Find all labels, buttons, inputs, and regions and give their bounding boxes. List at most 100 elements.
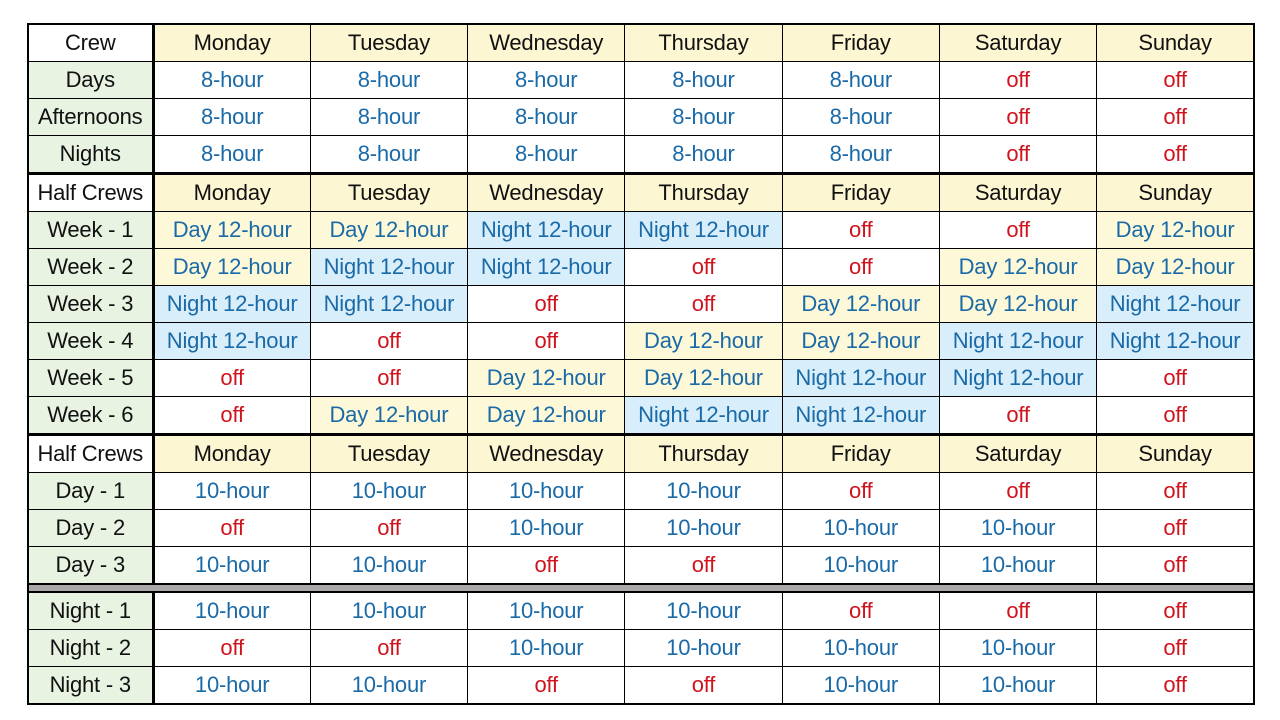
schedule-cell-tuesday[interactable]: off xyxy=(309,629,469,667)
schedule-cell-sunday[interactable]: off xyxy=(1096,666,1255,705)
schedule-cell-sunday[interactable]: off xyxy=(1096,396,1255,435)
schedule-cell-wednesday[interactable]: 8-hour xyxy=(467,61,626,99)
schedule-cell-thursday[interactable]: 8-hour xyxy=(624,61,783,99)
schedule-cell-thursday[interactable]: off xyxy=(624,666,783,705)
schedule-cell-tuesday[interactable]: 10-hour xyxy=(309,666,469,705)
schedule-cell-saturday[interactable]: off xyxy=(938,98,1098,136)
schedule-cell-sunday[interactable]: off xyxy=(1096,546,1255,585)
schedule-cell-thursday[interactable]: off xyxy=(624,285,783,323)
schedule-cell-friday[interactable]: off xyxy=(781,248,940,286)
schedule-cell-saturday[interactable]: 10-hour xyxy=(938,546,1098,585)
schedule-cell-friday[interactable]: off xyxy=(781,591,940,630)
schedule-cell-friday[interactable]: Day 12-hour xyxy=(781,285,940,323)
schedule-cell-sunday[interactable]: Day 12-hour xyxy=(1096,248,1255,286)
schedule-cell-thursday[interactable]: 10-hour xyxy=(624,629,783,667)
schedule-cell-monday[interactable]: Day 12-hour xyxy=(152,248,311,286)
schedule-cell-monday[interactable]: 10-hour xyxy=(152,666,311,705)
schedule-cell-thursday[interactable]: off xyxy=(624,546,783,585)
schedule-cell-monday[interactable]: off xyxy=(152,396,311,435)
schedule-cell-tuesday[interactable]: 10-hour xyxy=(309,591,469,630)
schedule-cell-saturday[interactable]: 10-hour xyxy=(938,666,1098,705)
schedule-cell-thursday[interactable]: Night 12-hour xyxy=(624,396,783,435)
schedule-cell-tuesday[interactable]: 8-hour xyxy=(309,135,469,174)
schedule-cell-thursday[interactable]: Day 12-hour xyxy=(624,322,783,360)
schedule-cell-sunday[interactable]: Night 12-hour xyxy=(1096,285,1255,323)
schedule-cell-monday[interactable]: 10-hour xyxy=(152,472,311,510)
schedule-cell-saturday[interactable]: Night 12-hour xyxy=(938,322,1098,360)
schedule-cell-sunday[interactable]: Day 12-hour xyxy=(1096,211,1255,249)
schedule-cell-wednesday[interactable]: Night 12-hour xyxy=(467,248,626,286)
schedule-cell-monday[interactable]: 10-hour xyxy=(152,591,311,630)
schedule-cell-sunday[interactable]: off xyxy=(1096,591,1255,630)
schedule-cell-friday[interactable]: Night 12-hour xyxy=(781,359,940,397)
schedule-cell-sunday[interactable]: off xyxy=(1096,135,1255,174)
schedule-cell-monday[interactable]: Night 12-hour xyxy=(152,322,311,360)
schedule-cell-wednesday[interactable]: 8-hour xyxy=(467,135,626,174)
schedule-cell-thursday[interactable]: Day 12-hour xyxy=(624,359,783,397)
schedule-cell-friday[interactable]: 10-hour xyxy=(781,629,940,667)
schedule-cell-wednesday[interactable]: 10-hour xyxy=(467,509,626,547)
schedule-cell-friday[interactable]: off xyxy=(781,211,940,249)
schedule-cell-thursday[interactable]: Night 12-hour xyxy=(624,211,783,249)
schedule-cell-friday[interactable]: 10-hour xyxy=(781,666,940,705)
schedule-cell-tuesday[interactable]: Day 12-hour xyxy=(309,396,469,435)
schedule-cell-friday[interactable]: 8-hour xyxy=(781,61,940,99)
schedule-cell-saturday[interactable]: Night 12-hour xyxy=(938,359,1098,397)
schedule-cell-wednesday[interactable]: 8-hour xyxy=(467,98,626,136)
schedule-cell-wednesday[interactable]: off xyxy=(467,285,626,323)
schedule-cell-thursday[interactable]: 8-hour xyxy=(624,135,783,174)
schedule-cell-tuesday[interactable]: 10-hour xyxy=(309,546,469,585)
schedule-cell-monday[interactable]: Day 12-hour xyxy=(152,211,311,249)
schedule-cell-monday[interactable]: off xyxy=(152,359,311,397)
schedule-cell-saturday[interactable]: off xyxy=(938,211,1098,249)
schedule-cell-wednesday[interactable]: off xyxy=(467,666,626,705)
schedule-cell-sunday[interactable]: Night 12-hour xyxy=(1096,322,1255,360)
schedule-cell-sunday[interactable]: off xyxy=(1096,98,1255,136)
schedule-cell-thursday[interactable]: 10-hour xyxy=(624,472,783,510)
schedule-cell-thursday[interactable]: 8-hour xyxy=(624,98,783,136)
schedule-cell-monday[interactable]: 8-hour xyxy=(152,98,311,136)
schedule-cell-sunday[interactable]: off xyxy=(1096,472,1255,510)
schedule-cell-wednesday[interactable]: 10-hour xyxy=(467,472,626,510)
schedule-cell-sunday[interactable]: off xyxy=(1096,629,1255,667)
schedule-cell-tuesday[interactable]: off xyxy=(309,322,469,360)
schedule-cell-wednesday[interactable]: Night 12-hour xyxy=(467,211,626,249)
schedule-cell-friday[interactable]: 8-hour xyxy=(781,98,940,136)
schedule-cell-monday[interactable]: 10-hour xyxy=(152,546,311,585)
schedule-cell-wednesday[interactable]: Day 12-hour xyxy=(467,396,626,435)
schedule-cell-friday[interactable]: 10-hour xyxy=(781,546,940,585)
schedule-cell-tuesday[interactable]: Day 12-hour xyxy=(309,211,469,249)
schedule-cell-monday[interactable]: off xyxy=(152,509,311,547)
schedule-cell-saturday[interactable]: 10-hour xyxy=(938,509,1098,547)
schedule-cell-monday[interactable]: off xyxy=(152,629,311,667)
schedule-cell-saturday[interactable]: Day 12-hour xyxy=(938,285,1098,323)
schedule-cell-wednesday[interactable]: off xyxy=(467,322,626,360)
schedule-cell-saturday[interactable]: 10-hour xyxy=(938,629,1098,667)
schedule-cell-thursday[interactable]: 10-hour xyxy=(624,509,783,547)
schedule-cell-wednesday[interactable]: 10-hour xyxy=(467,591,626,630)
schedule-cell-wednesday[interactable]: 10-hour xyxy=(467,629,626,667)
schedule-cell-tuesday[interactable]: 8-hour xyxy=(309,98,469,136)
schedule-cell-thursday[interactable]: 10-hour xyxy=(624,591,783,630)
schedule-cell-saturday[interactable]: Day 12-hour xyxy=(938,248,1098,286)
schedule-cell-wednesday[interactable]: Day 12-hour xyxy=(467,359,626,397)
schedule-cell-friday[interactable]: Night 12-hour xyxy=(781,396,940,435)
schedule-cell-thursday[interactable]: off xyxy=(624,248,783,286)
schedule-cell-tuesday[interactable]: off xyxy=(309,509,469,547)
schedule-cell-wednesday[interactable]: off xyxy=(467,546,626,585)
schedule-cell-saturday[interactable]: off xyxy=(938,472,1098,510)
schedule-cell-tuesday[interactable]: 8-hour xyxy=(309,61,469,99)
schedule-cell-sunday[interactable]: off xyxy=(1096,359,1255,397)
schedule-cell-sunday[interactable]: off xyxy=(1096,509,1255,547)
schedule-cell-monday[interactable]: 8-hour xyxy=(152,61,311,99)
schedule-cell-friday[interactable]: 8-hour xyxy=(781,135,940,174)
schedule-cell-sunday[interactable]: off xyxy=(1096,61,1255,99)
schedule-cell-monday[interactable]: 8-hour xyxy=(152,135,311,174)
schedule-cell-monday[interactable]: Night 12-hour xyxy=(152,285,311,323)
schedule-cell-tuesday[interactable]: Night 12-hour xyxy=(309,285,469,323)
schedule-cell-friday[interactable]: off xyxy=(781,472,940,510)
schedule-cell-tuesday[interactable]: Night 12-hour xyxy=(309,248,469,286)
schedule-cell-saturday[interactable]: off xyxy=(938,396,1098,435)
schedule-cell-saturday[interactable]: off xyxy=(938,135,1098,174)
schedule-cell-saturday[interactable]: off xyxy=(938,591,1098,630)
